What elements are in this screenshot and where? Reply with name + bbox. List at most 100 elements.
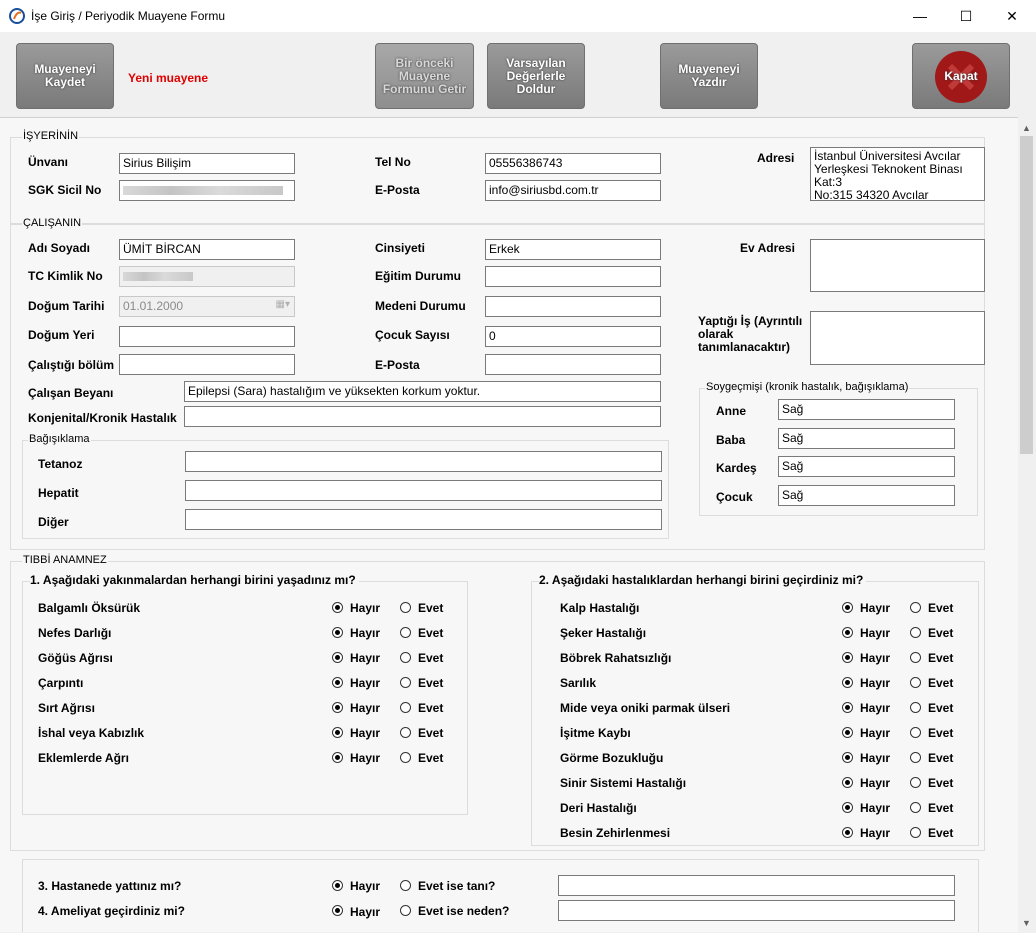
q3-yes-label: Evet ise tanı? (418, 879, 496, 893)
q2-yes-radio[interactable] (910, 802, 921, 813)
q3-no-radio[interactable] (332, 880, 343, 891)
tetanus-field[interactable] (185, 451, 662, 472)
q1-yes-radio[interactable] (400, 677, 411, 688)
q2-no-radio[interactable] (842, 702, 853, 713)
congenital-field[interactable] (184, 406, 661, 427)
q2-yes-radio[interactable] (910, 702, 921, 713)
q1-no-radio[interactable] (332, 602, 343, 613)
q1-no-label: Hayır (350, 626, 381, 640)
q2-yes-radio[interactable] (910, 677, 921, 688)
q1-yes-radio[interactable] (400, 752, 411, 763)
employee-email-field[interactable] (485, 354, 661, 375)
q1-yes-label: Evet (418, 601, 444, 615)
close-window-button[interactable]: ✕ (989, 0, 1035, 32)
q2-yes-radio[interactable] (910, 727, 921, 738)
employer-email-field[interactable]: info@siriusbd.com.tr (485, 180, 661, 201)
q2-no-radio[interactable] (842, 627, 853, 638)
phone-field[interactable]: 05556386743 (485, 153, 661, 174)
q1-item-label: Balgamlı Öksürük (38, 601, 141, 615)
q2-yes-radio[interactable] (910, 827, 921, 838)
company-title-field[interactable]: Sirius Bilişim (119, 153, 295, 174)
q2-no-label: Hayır (860, 751, 891, 765)
q1-yes-radio[interactable] (400, 602, 411, 613)
family-row-field[interactable]: Sağ (778, 456, 955, 477)
family-row-field[interactable]: Sağ (778, 399, 955, 420)
children-count-field[interactable]: 0 (485, 326, 661, 347)
maximize-button[interactable]: ☐ (943, 0, 989, 32)
q2-no-label: Hayır (860, 676, 891, 690)
statement-field[interactable]: Epilepsi (Sara) hastalığım ve yüksekten … (184, 381, 661, 402)
status-text: Yeni muayene (128, 71, 209, 85)
q1-yes-radio[interactable] (400, 652, 411, 663)
q2-yes-label: Evet (928, 676, 954, 690)
hepatitis-field[interactable] (185, 480, 662, 501)
tc-number-field (119, 266, 295, 287)
q2-no-radio[interactable] (842, 602, 853, 613)
previous-form-label: Bir önceki Muayene Formunu Getir (382, 55, 467, 96)
close-form-button[interactable]: Kapat (912, 43, 1010, 109)
tetanus-label: Tetanoz (38, 457, 83, 471)
q2-item-label: Böbrek Rahatsızlığı (560, 651, 672, 665)
q1-yes-radio[interactable] (400, 627, 411, 638)
q2-no-radio[interactable] (842, 677, 853, 688)
q2-item-label: Şeker Hastalığı (560, 626, 647, 640)
q1-no-label: Hayır (350, 701, 381, 715)
q2-no-label: Hayır (860, 651, 891, 665)
q1-no-radio[interactable] (332, 702, 343, 713)
q3-yes-radio[interactable] (400, 880, 411, 891)
q1-yes-radio[interactable] (400, 727, 411, 738)
q4-yes-radio[interactable] (400, 905, 411, 916)
gender-field[interactable]: Erkek (485, 239, 661, 260)
q1-no-radio[interactable] (332, 652, 343, 663)
other-vaccine-field[interactable] (185, 509, 662, 530)
sgk-number-field[interactable] (119, 180, 295, 201)
print-exam-button[interactable]: Muayeneyi Yazdır (660, 43, 758, 109)
employer-section-title: İŞYERİNİN (22, 130, 80, 142)
q2-yes-radio[interactable] (910, 652, 921, 663)
minimize-button[interactable]: — (897, 0, 943, 32)
q1-yes-label: Evet (418, 751, 444, 765)
marital-status-field[interactable] (485, 296, 661, 317)
q2-no-radio[interactable] (842, 802, 853, 813)
scrollbar-thumb[interactable] (1020, 136, 1033, 454)
q2-no-radio[interactable] (842, 727, 853, 738)
q1-item-label: Sırt Ağrısı (38, 701, 95, 715)
q1-no-radio[interactable] (332, 627, 343, 638)
save-exam-button[interactable]: Muayeneyi Kaydet (16, 43, 114, 109)
q2-no-radio[interactable] (842, 777, 853, 788)
q1-no-radio[interactable] (332, 752, 343, 763)
q1-no-radio[interactable] (332, 727, 343, 738)
q2-yes-radio[interactable] (910, 777, 921, 788)
q2-yes-radio[interactable] (910, 602, 921, 613)
job-description-field[interactable] (810, 311, 985, 365)
q2-no-radio[interactable] (842, 827, 853, 838)
family-row-field[interactable]: Sağ (778, 428, 955, 449)
address-field[interactable]: İstanbul Üniversitesi Avcılar Yerleşkesi… (810, 147, 985, 201)
q4-reason-field[interactable] (558, 900, 955, 921)
q1-yes-radio[interactable] (400, 702, 411, 713)
scroll-down-arrow-icon[interactable]: ▼ (1018, 914, 1035, 931)
other-vaccine-label: Diğer (38, 515, 69, 529)
q1-item-label: Nefes Darlığı (38, 626, 112, 640)
q1-title: 1. Aşağıdaki yakınmalardan herhangi biri… (30, 573, 359, 587)
department-field[interactable] (119, 354, 295, 375)
q2-yes-radio[interactable] (910, 752, 921, 763)
birthplace-field[interactable] (119, 326, 295, 347)
birthdate-picker: 01.01.2000 ▦▾ (119, 296, 295, 317)
tc-number-label: TC Kimlik No (28, 269, 103, 283)
q3-no-label: Hayır (350, 879, 381, 893)
q2-yes-radio[interactable] (910, 627, 921, 638)
q2-item-label: Kalp Hastalığı (560, 601, 640, 615)
q3-diagnosis-field[interactable] (558, 875, 955, 896)
fill-defaults-button[interactable]: Varsayılan Değerlerle Doldur (487, 43, 585, 109)
q2-no-radio[interactable] (842, 652, 853, 663)
q1-no-radio[interactable] (332, 677, 343, 688)
education-field[interactable] (485, 266, 661, 287)
scroll-up-arrow-icon[interactable]: ▲ (1018, 119, 1035, 136)
q2-no-radio[interactable] (842, 752, 853, 763)
full-name-field[interactable]: ÜMİT BİRCAN (119, 239, 295, 260)
q4-no-radio[interactable] (332, 905, 343, 916)
family-row-field[interactable]: Sağ (778, 485, 955, 506)
home-address-field[interactable] (810, 239, 985, 292)
q1-yes-label: Evet (418, 676, 444, 690)
